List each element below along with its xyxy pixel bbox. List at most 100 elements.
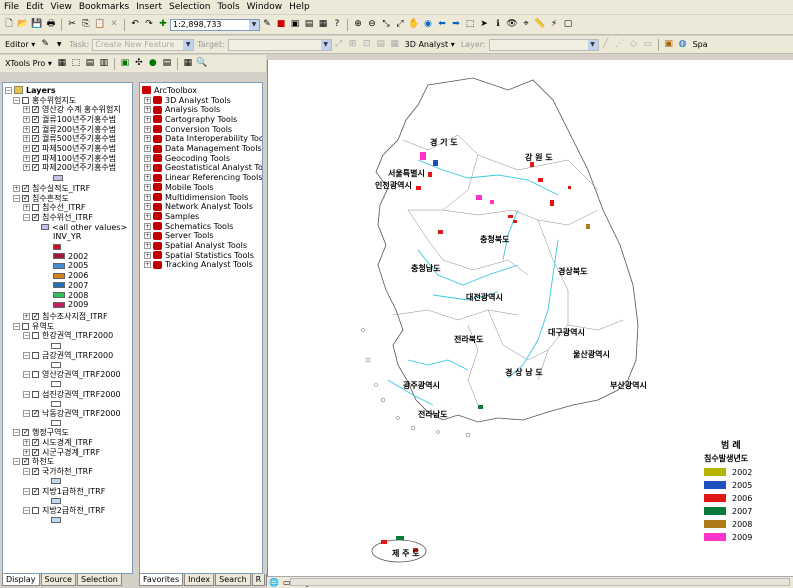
toc-layer-row[interactable]: − 한강권역_ITRF2000 [23,331,113,341]
toc-layer-row[interactable]: − 섬진강권역_ITRF2000 [23,389,121,399]
toolbox-item[interactable]: + Mobile Tools [144,182,214,192]
expand-icon[interactable]: + [23,115,30,123]
xtools-info-icon[interactable]: ● [147,58,159,70]
toolbox-item[interactable]: + Geostatistical Analyst Tools [144,163,262,173]
layer-visibility-checkbox[interactable] [32,204,39,212]
toc-layer-row[interactable]: − ✓ 지방1급하천_ITRF [23,486,105,496]
layer-visibility-checkbox[interactable]: ✓ [32,164,39,172]
layer-visibility-checkbox[interactable]: ✓ [22,194,29,202]
menu-insert[interactable]: Insert [136,2,162,12]
layer-visibility-checkbox[interactable]: ✓ [32,448,39,456]
expand-icon[interactable]: + [144,96,151,104]
spatial-analyst-menu[interactable]: Spa [693,40,708,49]
expand-icon[interactable]: + [23,439,30,446]
menu-selection[interactable]: Selection [169,2,210,12]
add-data-icon[interactable]: ✚ [157,19,169,31]
zoom-out-icon[interactable]: ⊖ [366,19,378,31]
xtools-search-icon[interactable]: 🔍 [196,58,208,70]
layer-visibility-checkbox[interactable] [32,351,39,359]
measure-icon[interactable]: 📏 [534,19,546,31]
html-popup-icon[interactable]: ▢ [562,19,574,31]
menu-help[interactable]: Help [289,2,310,12]
undo-icon[interactable]: ↶ [129,19,141,31]
layer-visibility-checkbox[interactable]: ✓ [32,409,39,417]
expand-icon[interactable]: + [144,232,151,240]
tab-selection[interactable]: Selection [76,574,122,586]
expand-icon[interactable]: + [144,222,151,230]
xtools-export-icon[interactable]: ▦ [182,58,194,70]
layer-visibility-checkbox[interactable]: ✓ [32,115,39,123]
collapse-icon[interactable]: − [23,213,30,221]
expand-icon[interactable]: + [144,183,151,191]
layer-visibility-checkbox[interactable]: ✓ [22,429,29,437]
xtools-list-icon[interactable]: ▤ [84,58,96,70]
layer-visibility-checkbox[interactable]: ✓ [32,106,39,114]
collapse-icon[interactable]: − [23,332,30,340]
toc-layer-row[interactable]: − ✓ 침수위선_ITRF [23,212,93,222]
toolbox-item[interactable]: + Server Tools [144,231,213,241]
layer-visibility-checkbox[interactable] [22,96,29,104]
copy-icon[interactable]: ⎘ [80,19,92,31]
toolbox-item[interactable]: + Data Interoperability Tools [144,134,262,144]
identify-icon[interactable]: ℹ [492,19,504,31]
toc-layer-row[interactable]: − 지방2급하천_ITRF [23,505,105,515]
expand-icon[interactable]: + [144,154,151,162]
collapse-icon[interactable]: − [23,487,30,495]
collapse-icon[interactable]: − [13,322,20,330]
collapse-icon[interactable]: − [23,409,30,417]
expand-icon[interactable]: + [23,145,30,152]
expand-icon[interactable]: + [144,145,151,152]
toc-layer-row[interactable]: − 금강권역_ITRF2000 [23,350,113,360]
toolbox-item[interactable]: + Network Analyst Tools [144,202,253,212]
layer-visibility-checkbox[interactable]: ✓ [32,439,39,446]
redo-icon[interactable]: ↷ [143,19,155,31]
arctoolbox-root[interactable]: ArcToolbox [142,85,197,95]
tab-favorites[interactable]: Favorites [139,574,184,586]
menu-bookmarks[interactable]: Bookmarks [79,2,129,12]
layer-visibility-checkbox[interactable] [32,390,39,398]
expand-icon[interactable]: + [144,125,151,133]
expand-icon[interactable]: + [144,174,151,182]
collapse-icon[interactable]: − [23,506,30,514]
layer-visibility-checkbox[interactable] [32,371,39,379]
print-icon[interactable]: 🖶 [45,19,57,31]
collapse-icon[interactable]: − [13,429,20,437]
layer-visibility-checkbox[interactable]: ✓ [32,125,39,133]
layer-visibility-checkbox[interactable]: ✓ [32,135,39,143]
back-extent-icon[interactable]: ⬅ [436,19,448,31]
arcglobe-icon[interactable]: ◍ [677,39,689,51]
save-icon[interactable]: 💾 [31,19,43,31]
expand-icon[interactable]: + [23,154,30,162]
fixed-zoom-out-icon[interactable]: ⤢ [394,19,406,31]
layer-visibility-checkbox[interactable] [32,332,39,340]
open-icon[interactable]: 📂 [17,19,29,31]
expand-icon[interactable]: + [144,135,151,143]
toc-layer-row[interactable]: − 영산강권역_ITRF2000 [23,370,121,380]
collapse-icon[interactable]: − [23,371,30,379]
editor-toolbar-icon[interactable]: ✎ [261,19,273,31]
expand-icon[interactable]: + [144,212,151,220]
expand-icon[interactable]: + [23,106,30,114]
delete-icon[interactable]: ✕ [108,19,120,31]
arctoolbox-icon[interactable]: ■ [275,19,287,31]
collapse-icon[interactable]: − [13,194,20,202]
expand-icon[interactable]: + [144,203,151,211]
select-elements-icon[interactable]: ➤ [478,19,490,31]
expand-icon[interactable]: + [23,448,30,456]
toolbox-item[interactable]: + Schematics Tools [144,221,233,231]
expand-icon[interactable]: + [144,106,151,114]
layer-visibility-checkbox[interactable] [22,322,29,330]
data-view-icon[interactable]: 🌐 [269,578,279,587]
tab-source[interactable]: Source [40,574,76,586]
toolbox-item[interactable]: + Linear Referencing Tools [144,173,262,183]
collapse-icon[interactable]: − [13,96,20,104]
find-icon[interactable]: 👁 [506,19,518,31]
expand-icon[interactable]: + [144,115,151,123]
toc-layer-row[interactable]: − ✓ 국가하천_ITRF [23,467,93,477]
tab-index[interactable]: Index [184,574,215,586]
toolbox-item[interactable]: + Geocoding Tools [144,153,230,163]
3d-analyst-menu[interactable]: 3D Analyst ▾ [405,40,455,49]
xtools-add-icon[interactable]: ▣ [119,58,131,70]
toc-layer-row[interactable]: + ✓ 파제200년주기홍수범 [23,163,116,173]
layer-visibility-checkbox[interactable]: ✓ [32,154,39,162]
